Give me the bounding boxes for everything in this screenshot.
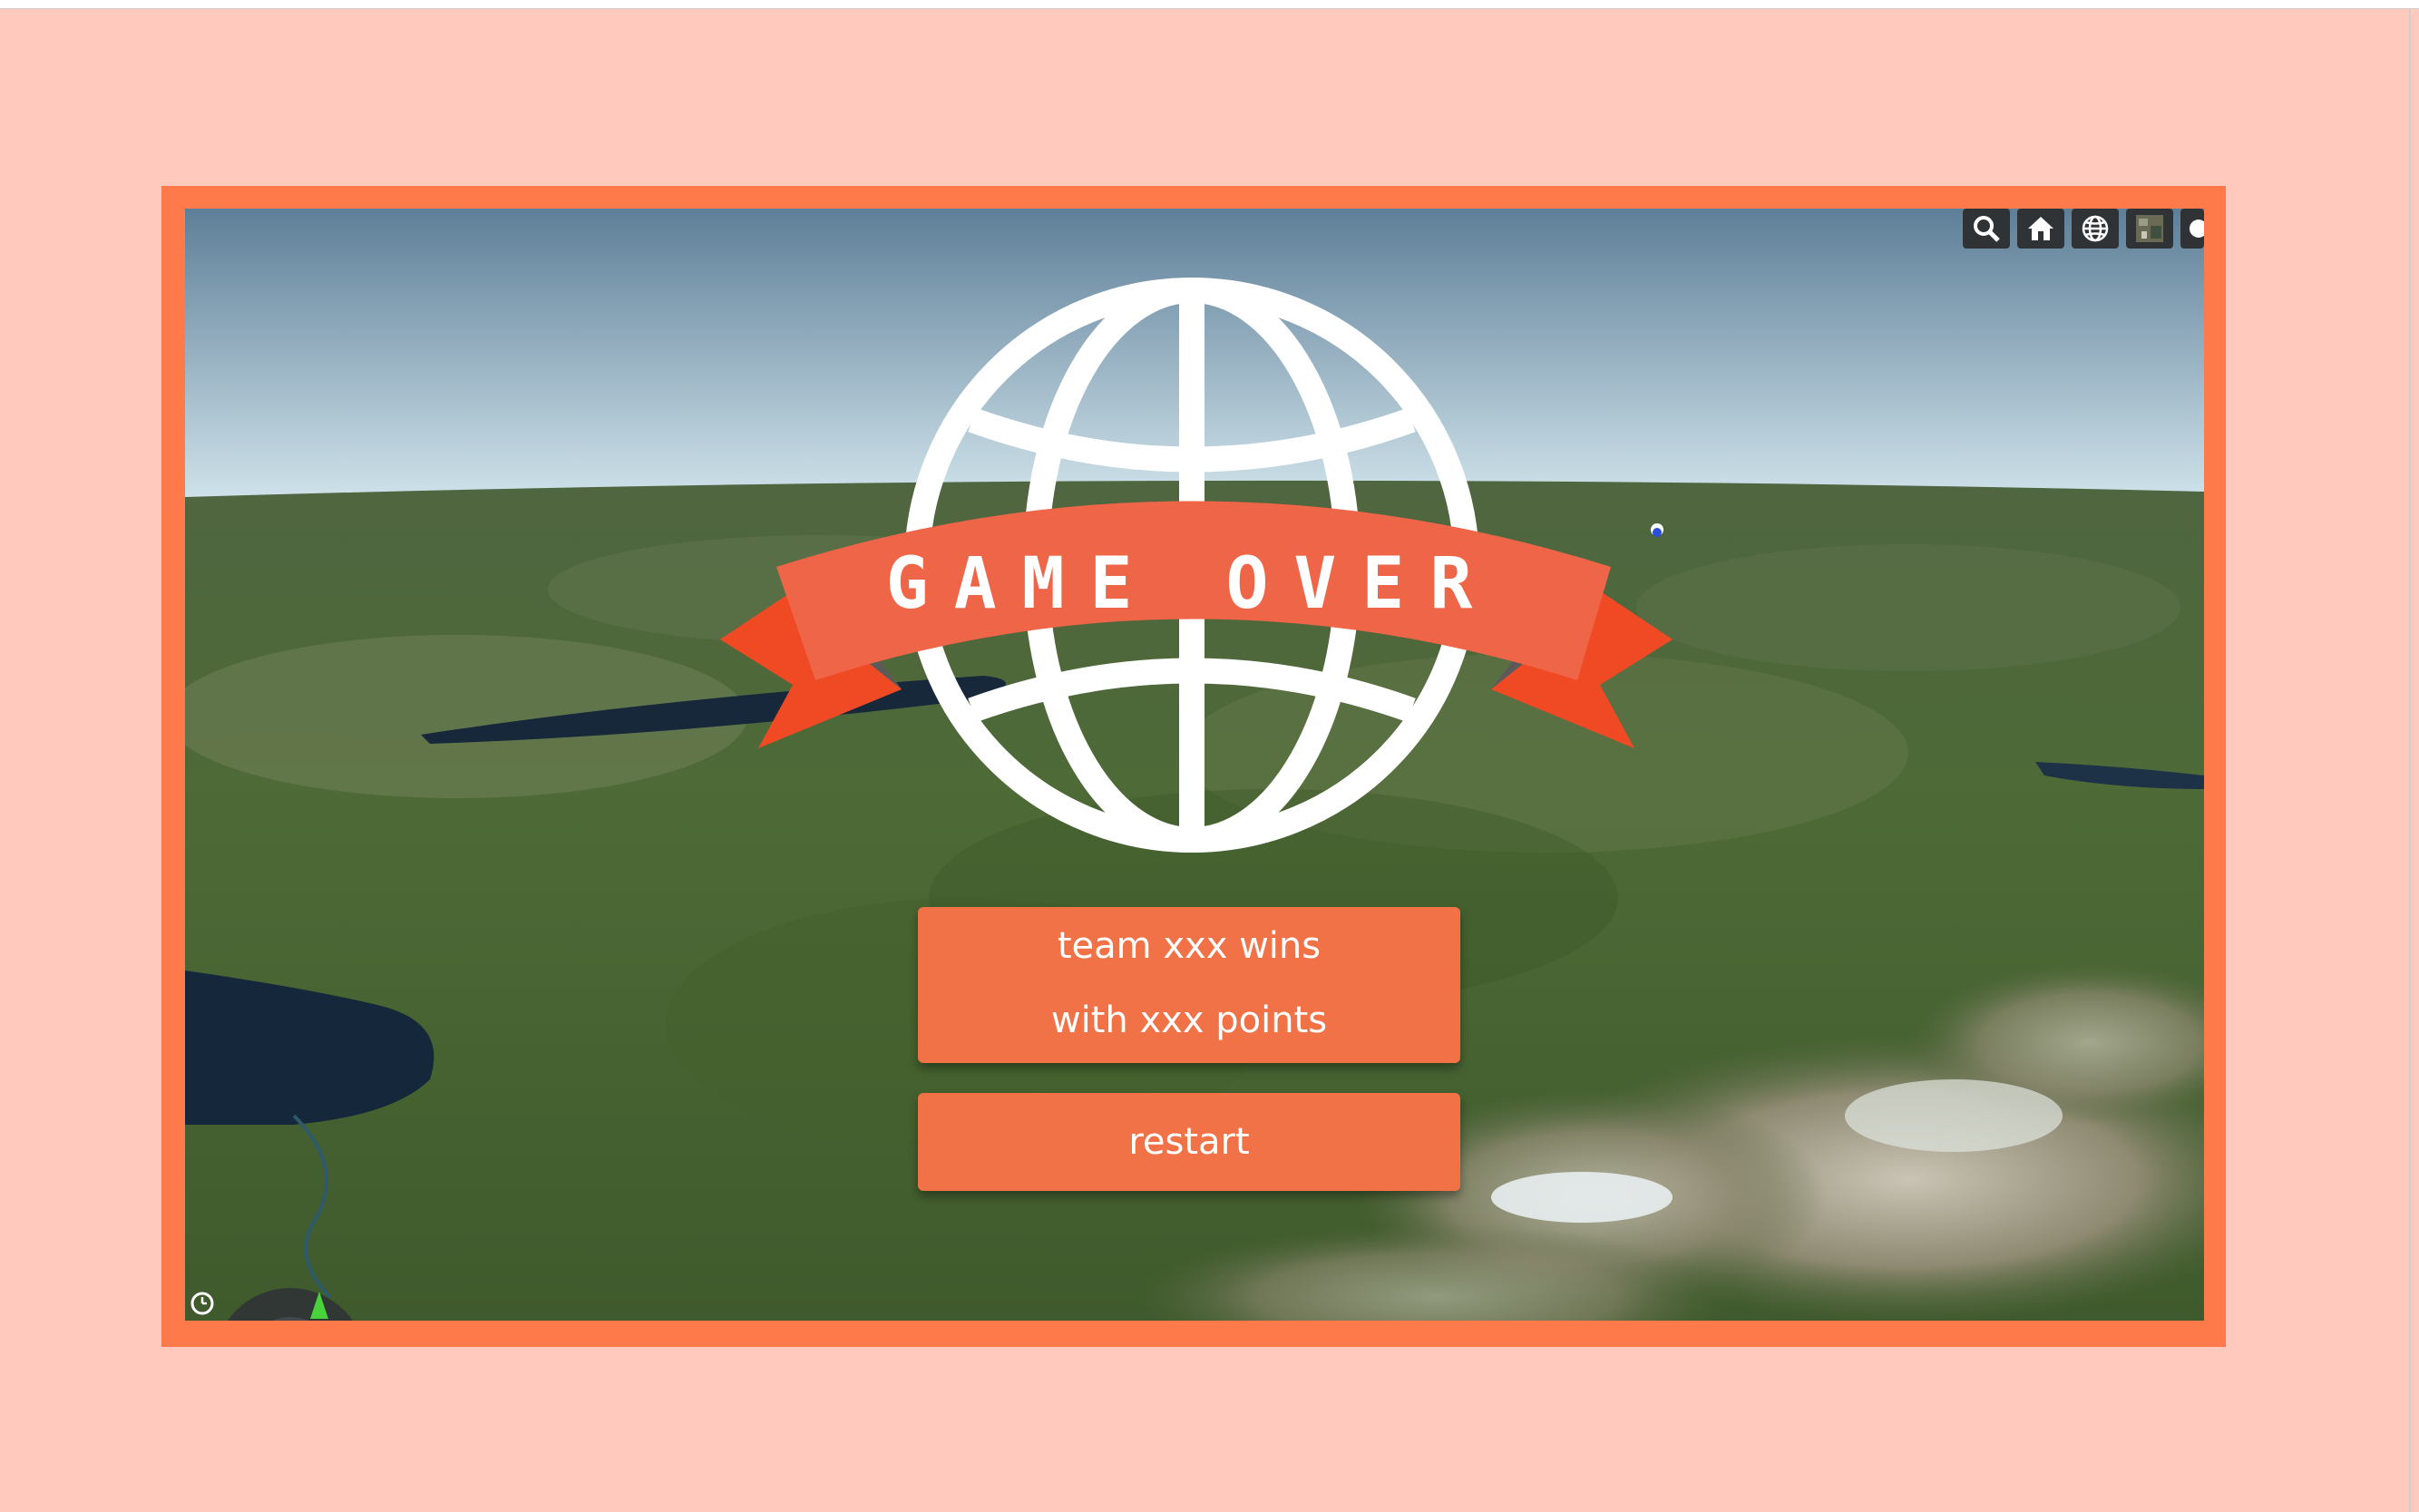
home-icon: [2028, 217, 2053, 240]
game-over-title: GAME OVER: [886, 543, 1498, 625]
right-edge: [2409, 8, 2411, 1512]
search-button[interactable]: [1963, 209, 2010, 249]
view-mode-button[interactable]: [2072, 209, 2119, 249]
info-button[interactable]: [2180, 209, 2204, 249]
result-panel: team xxx wins with xxx points: [918, 907, 1460, 1063]
imagery-button[interactable]: [2126, 209, 2173, 249]
map-viewport[interactable]: GAME OVER team xxx wins with xxx points …: [185, 209, 2204, 1321]
info-icon: [2189, 219, 2204, 238]
imagery-icon: [2136, 215, 2163, 242]
points-text: with xxx points: [1050, 1000, 1328, 1041]
search-icon: [1974, 216, 2000, 242]
restart-button[interactable]: restart: [918, 1093, 1460, 1191]
compass-widget[interactable]: [209, 1283, 372, 1321]
top-edge: [0, 0, 2419, 9]
globe-icon: [2082, 215, 2109, 242]
winner-text: team xxx wins: [1057, 925, 1322, 967]
map-toolbar: [1963, 209, 2204, 249]
home-button[interactable]: [2017, 209, 2064, 249]
